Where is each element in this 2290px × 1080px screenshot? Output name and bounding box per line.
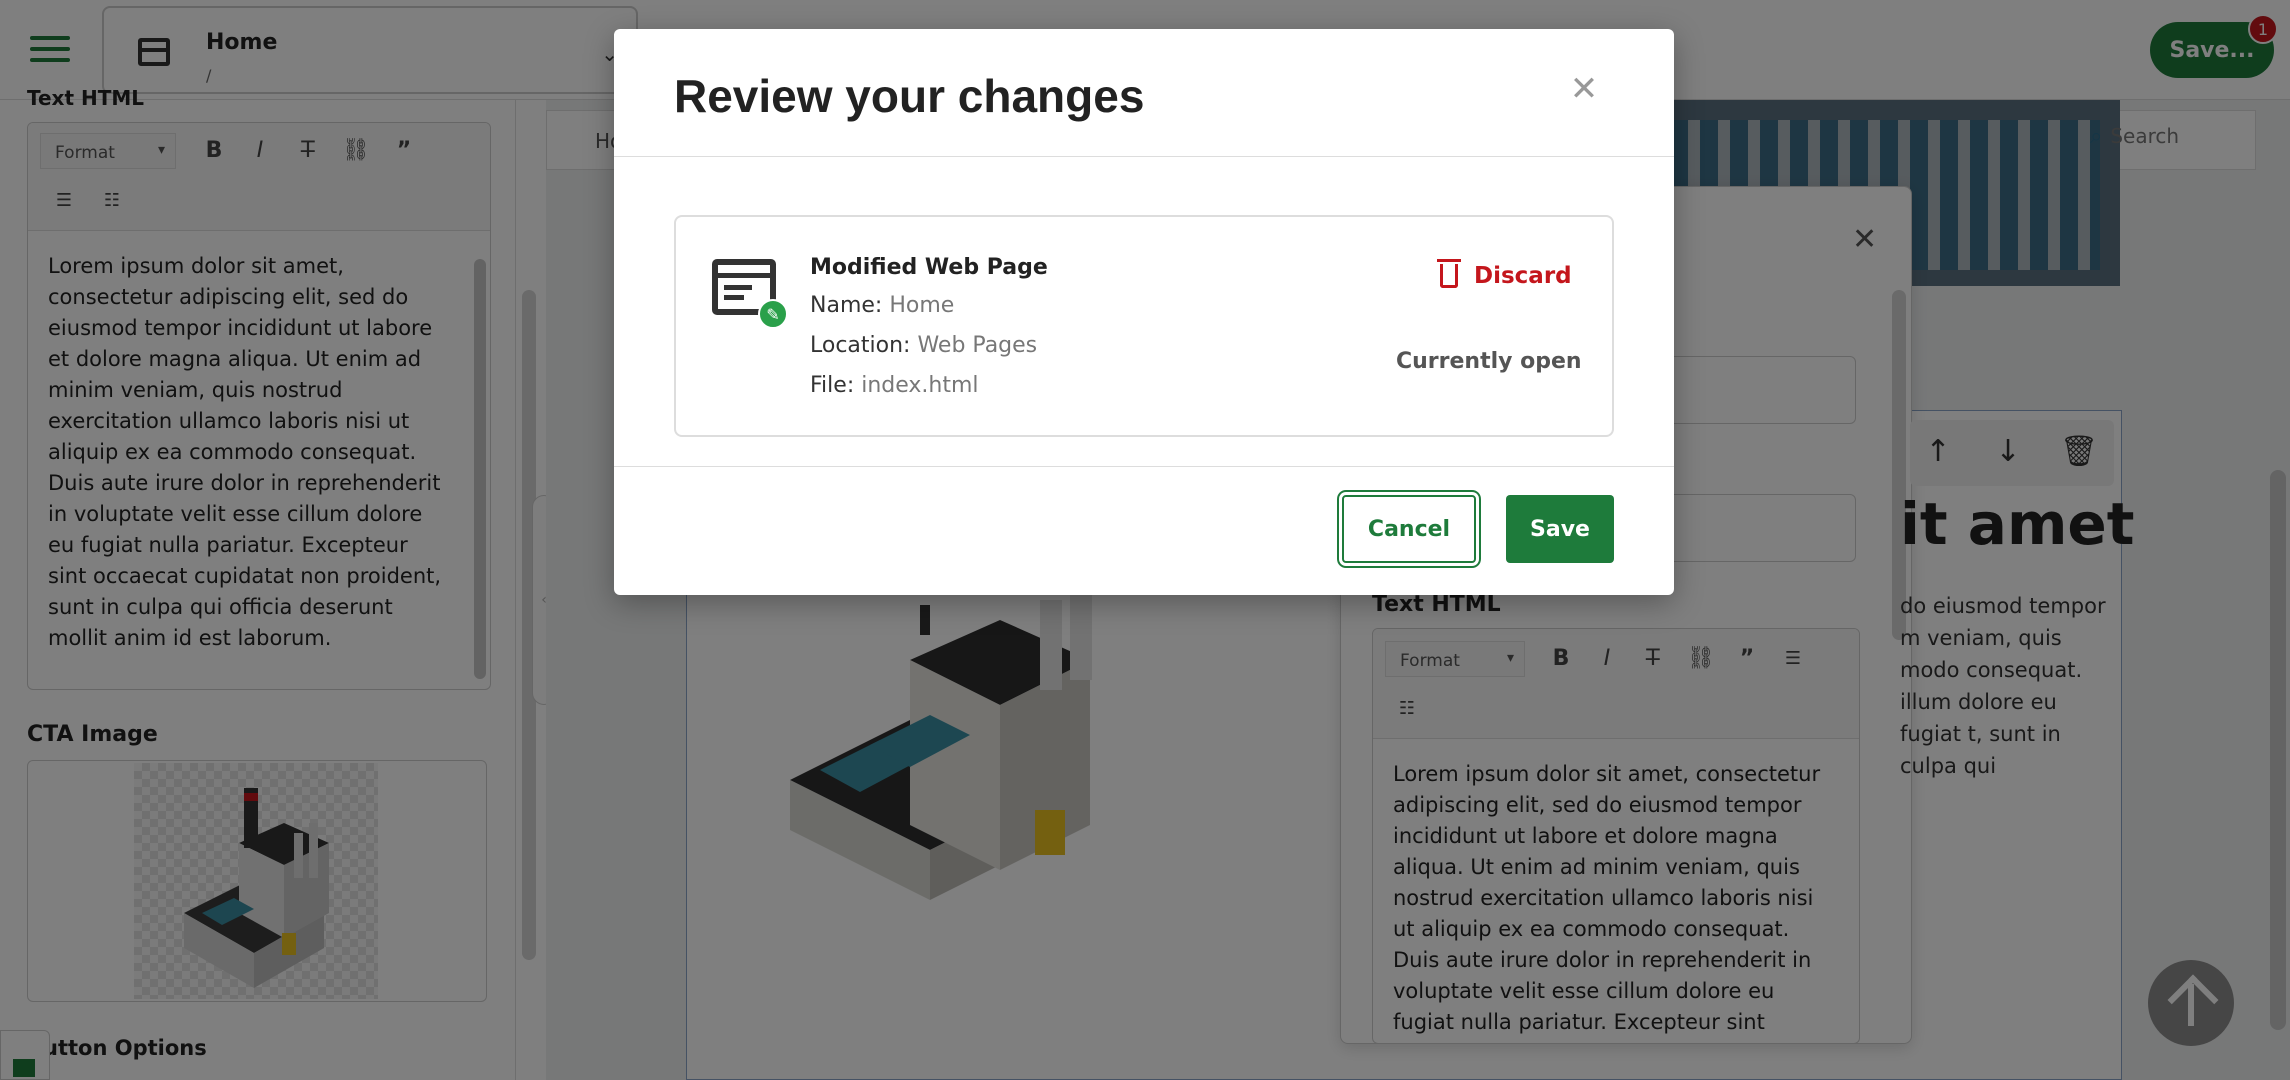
dialog-header: Review your changes ✕ [614, 29, 1674, 157]
name-value: Home [889, 293, 955, 318]
name-label: Name: [810, 293, 883, 318]
file-value: index.html [861, 373, 979, 398]
location-label: Location: [810, 333, 911, 358]
location-value: Web Pages [917, 333, 1038, 358]
change-location-row: Location: Web Pages [810, 333, 1037, 358]
cancel-button[interactable]: Cancel [1342, 495, 1476, 563]
change-name-row: Name: Home [810, 293, 954, 318]
discard-button[interactable]: Discard [1437, 259, 1572, 289]
discard-label: Discard [1474, 263, 1572, 289]
change-file-row: File: index.html [810, 373, 979, 398]
review-changes-dialog: Review your changes ✕ ✎ Modified Web Pag… [614, 29, 1674, 595]
change-item: ✎ Modified Web Page Name: Home Location:… [674, 215, 1614, 437]
file-label: File: [810, 373, 855, 398]
save-button[interactable]: Save [1506, 495, 1614, 563]
dialog-title: Review your changes [674, 70, 1145, 122]
change-type: Modified Web Page [810, 255, 1048, 280]
close-icon[interactable]: ✕ [1564, 69, 1604, 109]
dialog-divider [614, 466, 1674, 467]
pencil-icon: ✎ [758, 299, 788, 329]
trash-icon [1437, 259, 1461, 288]
status-text: Currently open [1396, 349, 1582, 374]
